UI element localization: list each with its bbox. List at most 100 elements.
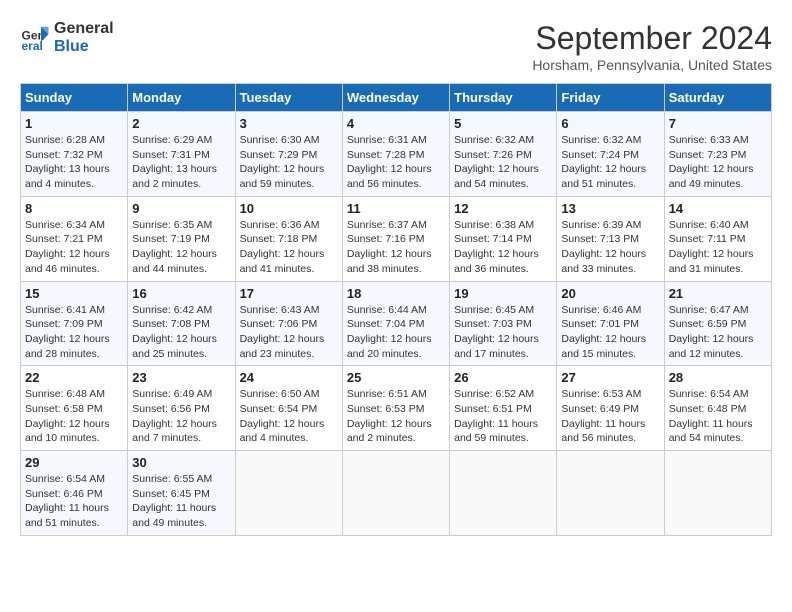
calendar-week-row: 1 Sunrise: 6:28 AM Sunset: 7:32 PM Dayli… [21,112,772,197]
day-number: 23 [132,370,230,385]
day-number: 10 [240,201,338,216]
day-number: 15 [25,286,123,301]
day-info: Sunrise: 6:40 AM Sunset: 7:11 PM Dayligh… [669,218,767,277]
day-number: 26 [454,370,552,385]
header-wednesday: Wednesday [342,84,449,112]
day-number: 13 [561,201,659,216]
calendar-cell: 1 Sunrise: 6:28 AM Sunset: 7:32 PM Dayli… [21,112,128,197]
day-info: Sunrise: 6:36 AM Sunset: 7:18 PM Dayligh… [240,218,338,277]
calendar-cell: 4 Sunrise: 6:31 AM Sunset: 7:28 PM Dayli… [342,112,449,197]
day-info: Sunrise: 6:54 AM Sunset: 6:48 PM Dayligh… [669,387,767,446]
calendar-cell: 19 Sunrise: 6:45 AM Sunset: 7:03 PM Dayl… [450,281,557,366]
header-sunday: Sunday [21,84,128,112]
calendar-cell: 5 Sunrise: 6:32 AM Sunset: 7:26 PM Dayli… [450,112,557,197]
logo: Gen eral General Blue [20,20,114,56]
calendar-cell [235,451,342,536]
calendar-table: Sunday Monday Tuesday Wednesday Thursday… [20,83,772,536]
calendar-cell: 7 Sunrise: 6:33 AM Sunset: 7:23 PM Dayli… [664,112,771,197]
day-info: Sunrise: 6:32 AM Sunset: 7:24 PM Dayligh… [561,133,659,192]
day-number: 16 [132,286,230,301]
day-info: Sunrise: 6:55 AM Sunset: 6:45 PM Dayligh… [132,472,230,531]
day-info: Sunrise: 6:43 AM Sunset: 7:06 PM Dayligh… [240,303,338,362]
page-header: Gen eral General Blue September 2024 Hor… [20,20,772,73]
header-saturday: Saturday [664,84,771,112]
day-number: 3 [240,116,338,131]
day-number: 5 [454,116,552,131]
calendar-cell: 22 Sunrise: 6:48 AM Sunset: 6:58 PM Dayl… [21,366,128,451]
day-info: Sunrise: 6:33 AM Sunset: 7:23 PM Dayligh… [669,133,767,192]
calendar-cell: 18 Sunrise: 6:44 AM Sunset: 7:04 PM Dayl… [342,281,449,366]
day-info: Sunrise: 6:53 AM Sunset: 6:49 PM Dayligh… [561,387,659,446]
calendar-cell: 15 Sunrise: 6:41 AM Sunset: 7:09 PM Dayl… [21,281,128,366]
day-number: 24 [240,370,338,385]
month-title: September 2024 [532,20,772,57]
calendar-cell: 25 Sunrise: 6:51 AM Sunset: 6:53 PM Dayl… [342,366,449,451]
calendar-cell: 16 Sunrise: 6:42 AM Sunset: 7:08 PM Dayl… [128,281,235,366]
calendar-cell: 13 Sunrise: 6:39 AM Sunset: 7:13 PM Dayl… [557,196,664,281]
day-number: 19 [454,286,552,301]
day-info: Sunrise: 6:29 AM Sunset: 7:31 PM Dayligh… [132,133,230,192]
calendar-cell: 30 Sunrise: 6:55 AM Sunset: 6:45 PM Dayl… [128,451,235,536]
day-info: Sunrise: 6:28 AM Sunset: 7:32 PM Dayligh… [25,133,123,192]
title-block: September 2024 Horsham, Pennsylvania, Un… [532,20,772,73]
logo-text-line2: Blue [54,38,114,56]
day-number: 25 [347,370,445,385]
day-info: Sunrise: 6:41 AM Sunset: 7:09 PM Dayligh… [25,303,123,362]
calendar-cell: 3 Sunrise: 6:30 AM Sunset: 7:29 PM Dayli… [235,112,342,197]
day-info: Sunrise: 6:32 AM Sunset: 7:26 PM Dayligh… [454,133,552,192]
calendar-week-row: 29 Sunrise: 6:54 AM Sunset: 6:46 PM Dayl… [21,451,772,536]
day-info: Sunrise: 6:35 AM Sunset: 7:19 PM Dayligh… [132,218,230,277]
day-info: Sunrise: 6:34 AM Sunset: 7:21 PM Dayligh… [25,218,123,277]
day-info: Sunrise: 6:42 AM Sunset: 7:08 PM Dayligh… [132,303,230,362]
day-number: 14 [669,201,767,216]
day-number: 11 [347,201,445,216]
day-number: 30 [132,455,230,470]
day-number: 28 [669,370,767,385]
day-info: Sunrise: 6:30 AM Sunset: 7:29 PM Dayligh… [240,133,338,192]
day-info: Sunrise: 6:39 AM Sunset: 7:13 PM Dayligh… [561,218,659,277]
calendar-cell: 11 Sunrise: 6:37 AM Sunset: 7:16 PM Dayl… [342,196,449,281]
header-thursday: Thursday [450,84,557,112]
header-monday: Monday [128,84,235,112]
day-number: 22 [25,370,123,385]
calendar-cell [342,451,449,536]
day-number: 21 [669,286,767,301]
svg-text:eral: eral [22,39,43,53]
header-friday: Friday [557,84,664,112]
day-number: 8 [25,201,123,216]
calendar-cell: 12 Sunrise: 6:38 AM Sunset: 7:14 PM Dayl… [450,196,557,281]
day-number: 12 [454,201,552,216]
day-info: Sunrise: 6:48 AM Sunset: 6:58 PM Dayligh… [25,387,123,446]
logo-icon: Gen eral [20,23,50,53]
day-info: Sunrise: 6:31 AM Sunset: 7:28 PM Dayligh… [347,133,445,192]
calendar-week-row: 8 Sunrise: 6:34 AM Sunset: 7:21 PM Dayli… [21,196,772,281]
calendar-cell [450,451,557,536]
calendar-cell: 28 Sunrise: 6:54 AM Sunset: 6:48 PM Dayl… [664,366,771,451]
day-info: Sunrise: 6:38 AM Sunset: 7:14 PM Dayligh… [454,218,552,277]
calendar-week-row: 15 Sunrise: 6:41 AM Sunset: 7:09 PM Dayl… [21,281,772,366]
day-info: Sunrise: 6:45 AM Sunset: 7:03 PM Dayligh… [454,303,552,362]
day-info: Sunrise: 6:51 AM Sunset: 6:53 PM Dayligh… [347,387,445,446]
day-number: 18 [347,286,445,301]
day-info: Sunrise: 6:49 AM Sunset: 6:56 PM Dayligh… [132,387,230,446]
calendar-cell: 20 Sunrise: 6:46 AM Sunset: 7:01 PM Dayl… [557,281,664,366]
day-info: Sunrise: 6:52 AM Sunset: 6:51 PM Dayligh… [454,387,552,446]
calendar-cell: 10 Sunrise: 6:36 AM Sunset: 7:18 PM Dayl… [235,196,342,281]
day-number: 7 [669,116,767,131]
calendar-cell [664,451,771,536]
day-info: Sunrise: 6:54 AM Sunset: 6:46 PM Dayligh… [25,472,123,531]
day-info: Sunrise: 6:50 AM Sunset: 6:54 PM Dayligh… [240,387,338,446]
calendar-cell: 9 Sunrise: 6:35 AM Sunset: 7:19 PM Dayli… [128,196,235,281]
day-info: Sunrise: 6:47 AM Sunset: 6:59 PM Dayligh… [669,303,767,362]
weekday-header-row: Sunday Monday Tuesday Wednesday Thursday… [21,84,772,112]
calendar-cell [557,451,664,536]
calendar-cell: 24 Sunrise: 6:50 AM Sunset: 6:54 PM Dayl… [235,366,342,451]
header-tuesday: Tuesday [235,84,342,112]
day-number: 27 [561,370,659,385]
calendar-cell: 17 Sunrise: 6:43 AM Sunset: 7:06 PM Dayl… [235,281,342,366]
day-number: 6 [561,116,659,131]
calendar-cell: 29 Sunrise: 6:54 AM Sunset: 6:46 PM Dayl… [21,451,128,536]
day-number: 2 [132,116,230,131]
day-number: 17 [240,286,338,301]
calendar-cell: 23 Sunrise: 6:49 AM Sunset: 6:56 PM Dayl… [128,366,235,451]
